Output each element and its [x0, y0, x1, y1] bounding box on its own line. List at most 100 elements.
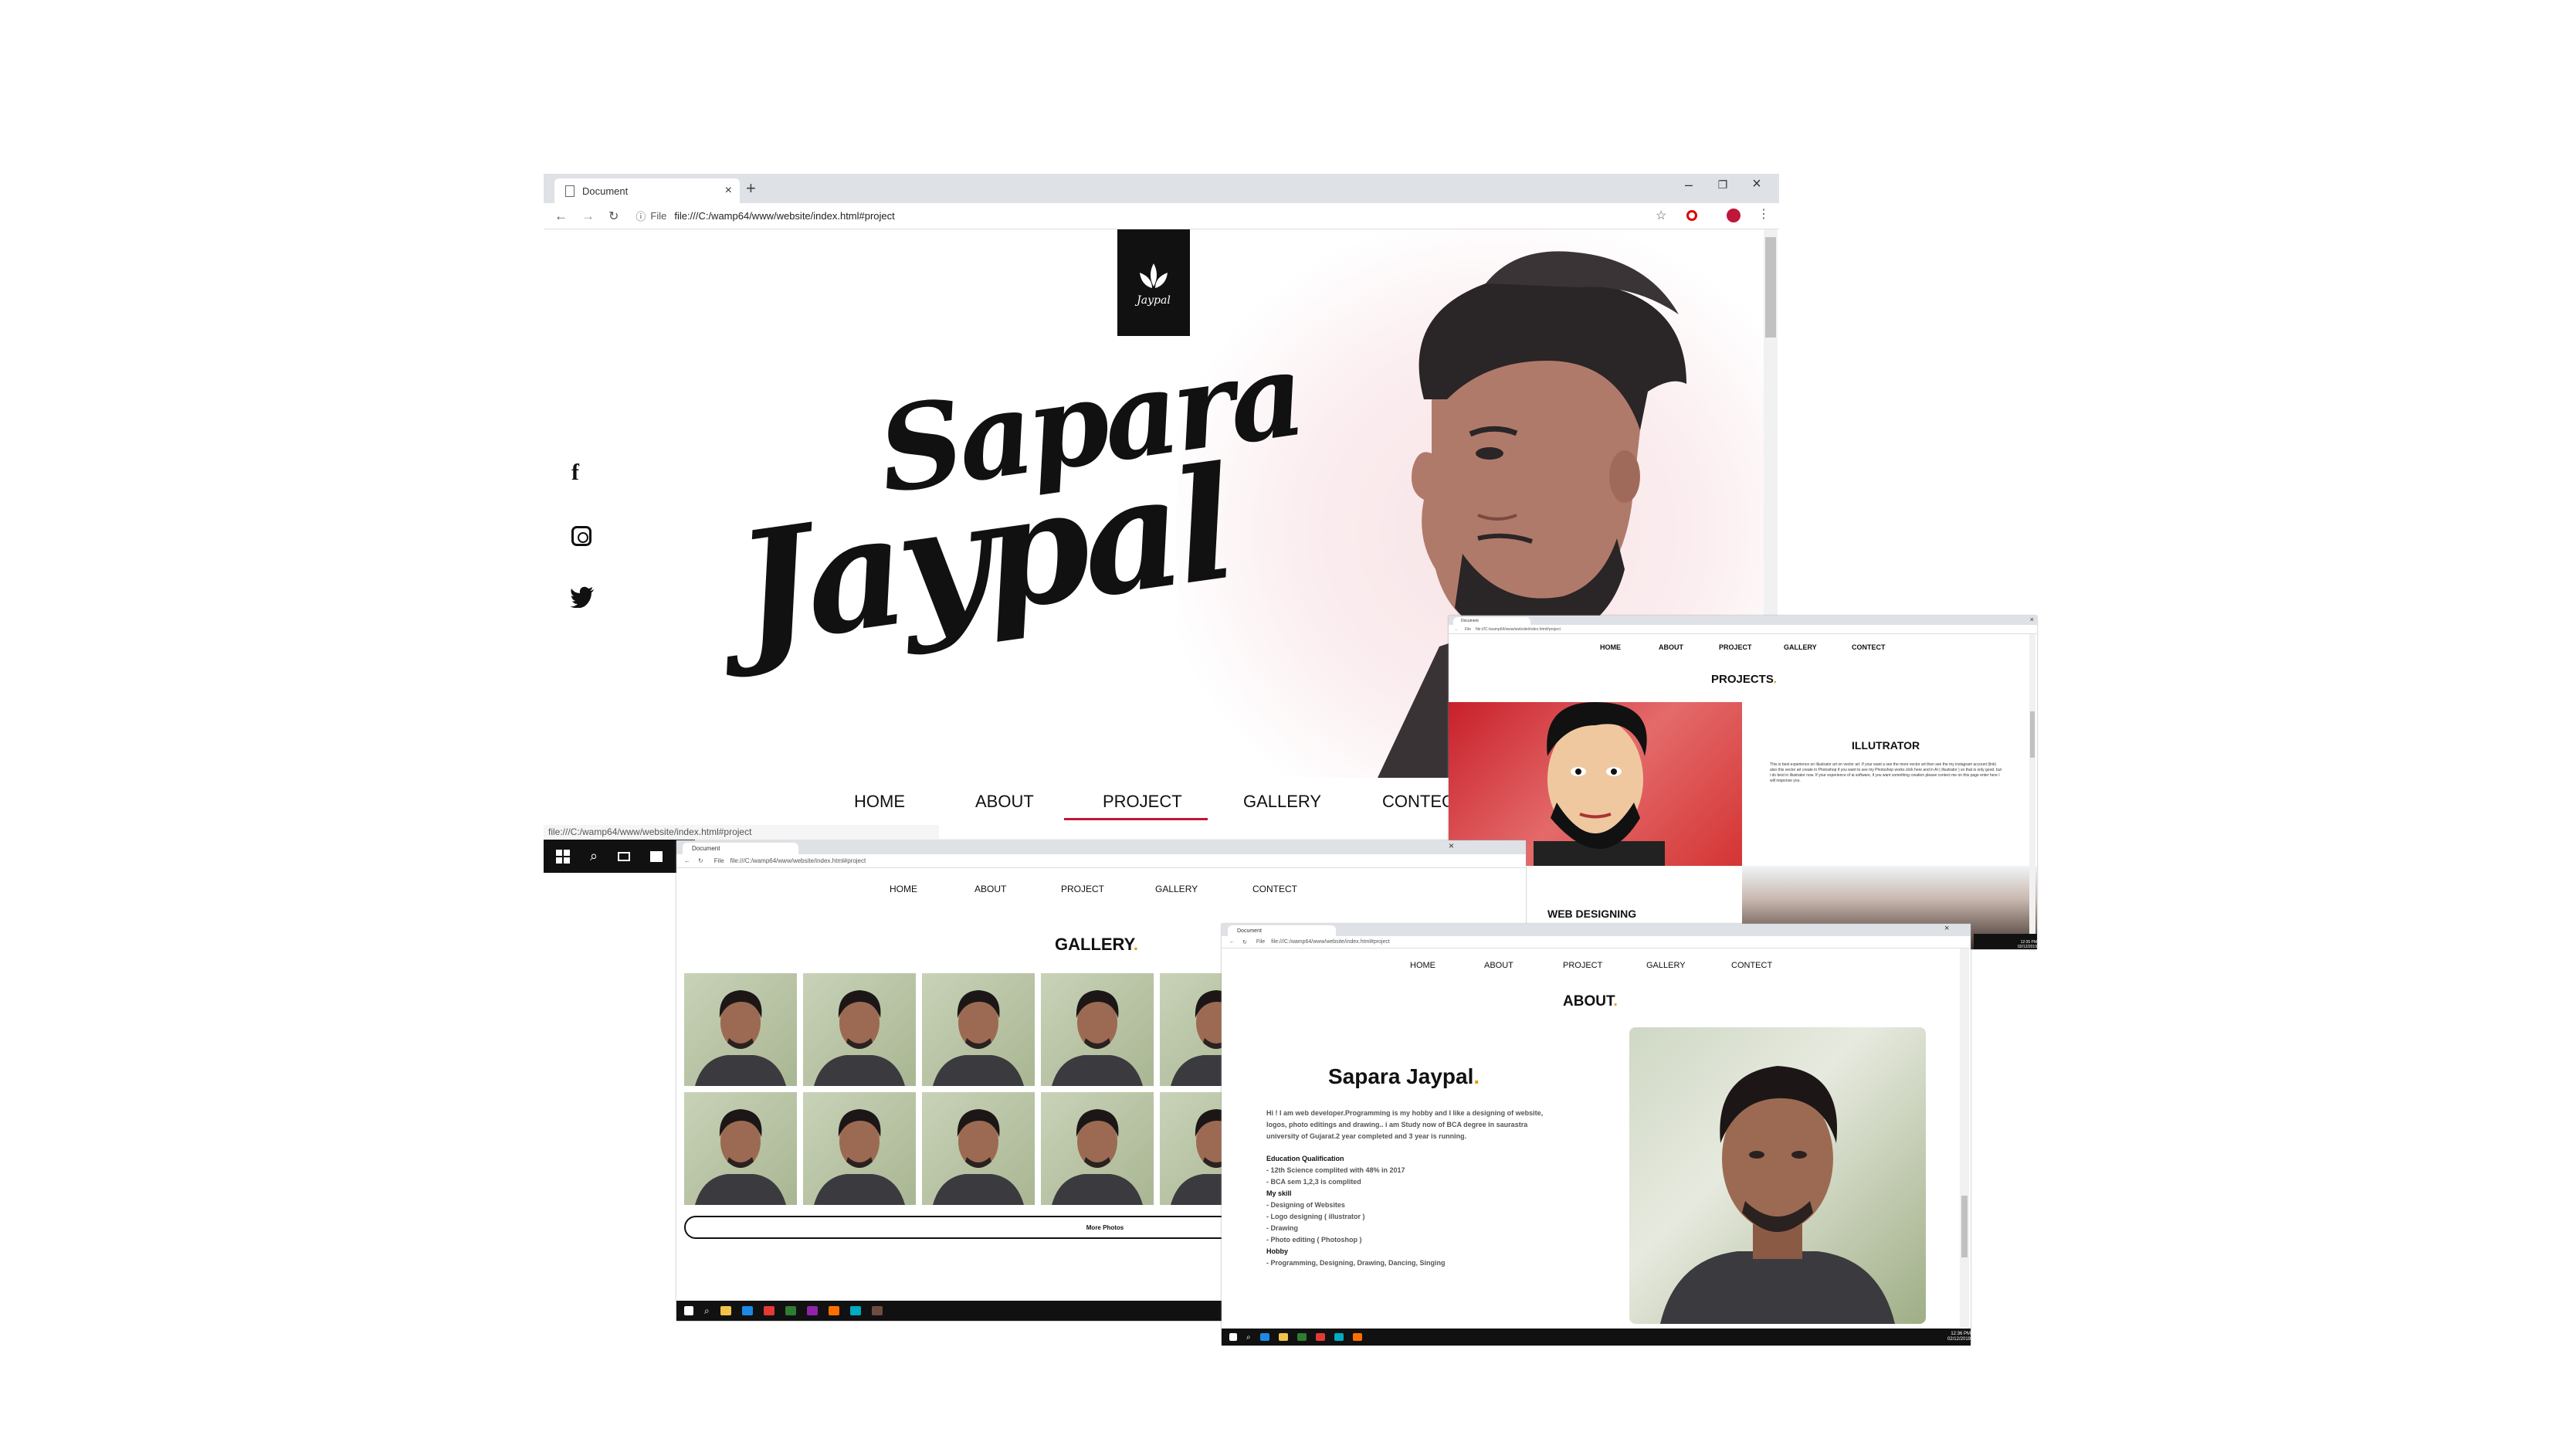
status-url: file:///C:/wamp64/www/website/index.html…	[544, 825, 939, 839]
gallery-back-icon[interactable]: ←	[684, 857, 690, 864]
gallery-reload-icon[interactable]: ↻	[698, 857, 703, 864]
facebook-icon[interactable]: f	[571, 460, 579, 486]
nav-project[interactable]: PROJECT	[1103, 792, 1182, 812]
main-address-bar: ← → ↻ ⓘ File file:///C:/wamp64/www/websi…	[544, 203, 1779, 229]
projects-clock-date: 02/12/2019	[2017, 945, 2037, 949]
projects-scroll-thumb[interactable]	[2030, 711, 2035, 758]
gallery-app-icon-5[interactable]	[806, 1306, 818, 1315]
about-tab-strip: Document ×	[1222, 924, 1971, 936]
gallery-app-icon-8[interactable]	[871, 1306, 883, 1315]
search-icon[interactable]: ⌕	[590, 848, 598, 864]
site-logo[interactable]: Jaypal	[1117, 229, 1190, 336]
about-nav-gallery[interactable]: GALLERY	[1646, 961, 1686, 970]
about-app-icon-3[interactable]	[1296, 1333, 1307, 1341]
store-icon[interactable]	[650, 850, 663, 862]
about-scrollbar[interactable]	[1960, 948, 1969, 1327]
about-url-field[interactable]: file:///C:/wamp64/www/website/index.html…	[1271, 939, 1390, 945]
close-window-icon[interactable]: ×	[1745, 175, 1768, 193]
gallery-nav-home[interactable]: HOME	[890, 884, 917, 894]
edu-title: Education Qualification	[1266, 1155, 1344, 1162]
gallery-app-icon-1[interactable]	[720, 1306, 731, 1315]
about-app-icon-6[interactable]	[1352, 1333, 1362, 1341]
new-tab-icon[interactable]: +	[746, 178, 756, 199]
gallery-tab-title: Document	[692, 845, 720, 852]
gallery-app-icon-3[interactable]	[763, 1306, 774, 1315]
about-tab[interactable]: Document	[1228, 925, 1336, 936]
gallery-tab[interactable]: Document	[683, 843, 798, 854]
projects-scrollbar[interactable]	[2029, 634, 2035, 935]
projects-nav-home[interactable]: HOME	[1600, 643, 1621, 651]
gallery-photo[interactable]	[684, 973, 797, 1086]
star-icon[interactable]: ☆	[1656, 208, 1666, 223]
projects-url-field[interactable]: file:///C:/wamp64/www/website/index.html…	[1476, 627, 1561, 632]
gallery-close-window-icon[interactable]: ×	[1449, 840, 1454, 851]
about-app-icon-1[interactable]	[1259, 1333, 1269, 1341]
reload-icon[interactable]: ↻	[608, 209, 619, 224]
about-nav-about[interactable]: ABOUT	[1484, 961, 1513, 970]
about-back-icon[interactable]: ←	[1229, 939, 1235, 945]
about-nav-project[interactable]: PROJECT	[1563, 961, 1602, 970]
task-view-icon[interactable]	[618, 851, 631, 861]
menu-icon[interactable]: ⋮	[1757, 206, 1770, 222]
projects-tab[interactable]: Document	[1453, 617, 1530, 625]
close-tab-icon[interactable]: ×	[725, 184, 732, 198]
gallery-nav-gallery[interactable]: GALLERY	[1155, 884, 1198, 894]
gallery-app-icon-2[interactable]	[741, 1306, 753, 1315]
projects-tab-strip: Document ×	[1449, 616, 2037, 625]
gallery-photo[interactable]	[1041, 1092, 1154, 1205]
nav-about[interactable]: ABOUT	[975, 792, 1034, 812]
about-clock: 12:36 PM 02/12/2019	[1947, 1332, 1971, 1342]
projects-nav-about[interactable]: ABOUT	[1659, 643, 1683, 651]
about-close-window-icon[interactable]: ×	[1944, 924, 1949, 933]
about-reload-icon[interactable]: ↻	[1242, 939, 1247, 945]
gallery-start-icon[interactable]	[684, 1306, 693, 1315]
projects-nav-gallery[interactable]: GALLERY	[1784, 643, 1817, 651]
instagram-icon[interactable]	[571, 526, 591, 546]
about-search-icon[interactable]: ⌕	[1246, 1333, 1251, 1342]
gallery-url-field[interactable]: file:///C:/wamp64/www/website/index.html…	[730, 857, 866, 864]
extension-icon[interactable]	[1727, 209, 1740, 222]
projects-close-window-icon[interactable]: ×	[2030, 616, 2034, 623]
gallery-photo[interactable]	[922, 973, 1035, 1086]
twitter-icon[interactable]	[570, 586, 595, 608]
maximize-icon[interactable]: ❐	[1711, 178, 1734, 192]
nav-home[interactable]: HOME	[854, 792, 905, 812]
gallery-photo[interactable]	[803, 1092, 916, 1205]
edu-item: - 12th Science complited with 48% in 201…	[1266, 1166, 1405, 1174]
illustrator-card-title: ILLUTRATOR	[1852, 739, 1920, 752]
projects-nav-project[interactable]: PROJECT	[1719, 643, 1752, 651]
gallery-nav-about[interactable]: ABOUT	[974, 884, 1006, 894]
about-app-icon-4[interactable]	[1315, 1333, 1325, 1341]
about-intro: Hi ! I am web developer.Programming is m…	[1266, 1109, 1544, 1140]
back-icon[interactable]: ←	[554, 209, 568, 224]
minimize-icon[interactable]: –	[1677, 177, 1700, 193]
main-tab-title: Document	[582, 185, 629, 197]
url-field[interactable]: file:///C:/wamp64/www/website/index.html…	[674, 210, 894, 222]
gallery-address-bar: ← ↻ File file:///C:/wamp64/www/website/i…	[676, 854, 1526, 868]
about-scroll-thumb[interactable]	[1961, 1196, 1968, 1257]
gallery-photo[interactable]	[803, 973, 916, 1086]
info-icon: ⓘ	[636, 211, 646, 222]
gallery-photo[interactable]	[684, 1092, 797, 1205]
windows-start-icon[interactable]	[556, 849, 570, 864]
forward-icon[interactable]: →	[581, 209, 595, 224]
gallery-photo[interactable]	[922, 1092, 1035, 1205]
about-app-icon-2[interactable]	[1278, 1333, 1288, 1341]
gallery-nav-project[interactable]: PROJECT	[1061, 884, 1104, 894]
gallery-app-icon-6[interactable]	[828, 1306, 839, 1315]
gallery-photo[interactable]	[1041, 973, 1154, 1086]
gallery-nav-contect[interactable]: CONTECT	[1252, 884, 1297, 894]
nav-gallery[interactable]: GALLERY	[1243, 792, 1321, 812]
about-start-icon[interactable]	[1229, 1333, 1237, 1341]
projects-nav-contect[interactable]: CONTECT	[1852, 643, 1886, 651]
gallery-app-icon-7[interactable]	[849, 1306, 861, 1315]
main-tab[interactable]: Document ×	[554, 178, 740, 203]
about-nav-home[interactable]: HOME	[1410, 961, 1435, 970]
about-app-icon-5[interactable]	[1334, 1333, 1344, 1341]
projects-back-icon[interactable]: ←	[1455, 627, 1459, 632]
main-scroll-thumb[interactable]	[1765, 237, 1776, 338]
about-nav-contect[interactable]: CONTECT	[1731, 961, 1772, 970]
gallery-search-icon[interactable]: ⌕	[704, 1305, 710, 1317]
opera-icon[interactable]	[1686, 210, 1697, 221]
gallery-app-icon-4[interactable]	[785, 1306, 796, 1315]
